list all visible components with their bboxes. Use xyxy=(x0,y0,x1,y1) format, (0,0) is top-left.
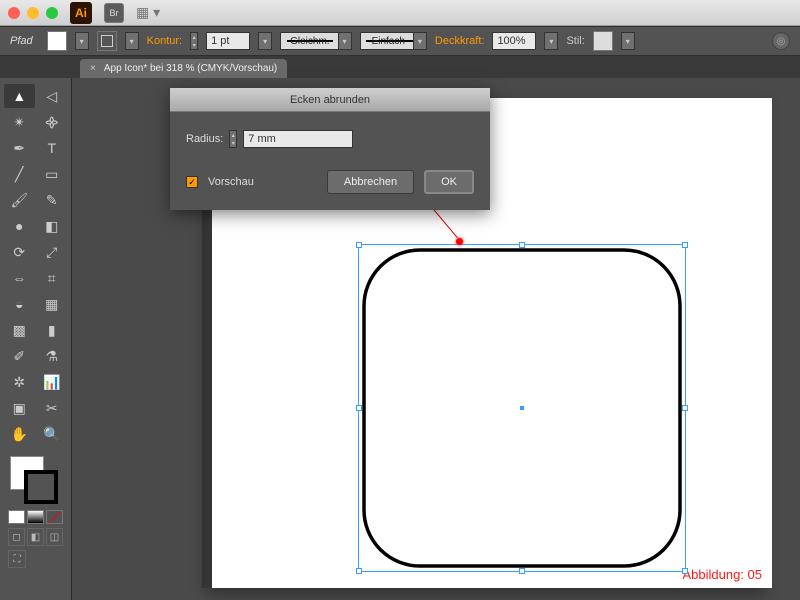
window-controls xyxy=(8,7,58,19)
mac-titlebar: Ai Br ▦ ▾ xyxy=(0,0,800,26)
tool-graph[interactable]: 📊 xyxy=(37,370,68,394)
resize-handle[interactable] xyxy=(356,242,362,248)
stroke-weight-field[interactable]: 1 pt xyxy=(206,32,250,50)
tool-perspective[interactable]: ▦ xyxy=(37,292,68,316)
tool-eyedropper[interactable]: ✐ xyxy=(4,344,35,368)
minimize-window-button[interactable] xyxy=(27,7,39,19)
tool-direct-selection[interactable]: ◁ xyxy=(37,84,68,108)
stroke-weight-dropdown[interactable]: ▾ xyxy=(258,32,272,50)
round-corners-dialog: Ecken abrunden Radius: ▴▾ 7 mm ✓ Vorscha… xyxy=(170,88,490,210)
tool-scale[interactable]: ⤢ xyxy=(37,240,68,264)
dialog-title: Ecken abrunden xyxy=(170,88,490,112)
resize-handle[interactable] xyxy=(682,568,688,574)
close-window-button[interactable] xyxy=(8,7,20,19)
tool-blend[interactable]: ⚗ xyxy=(37,344,68,368)
tool-rectangle[interactable]: ▭ xyxy=(37,162,68,186)
draw-normal-icon[interactable]: ◻ xyxy=(8,528,25,546)
screen-mode-icon[interactable]: ⛶ xyxy=(8,550,26,568)
resize-handle[interactable] xyxy=(519,242,525,248)
tool-type[interactable]: T xyxy=(37,136,68,160)
tool-shape-builder[interactable]: ◒ xyxy=(4,292,35,316)
resize-handle[interactable] xyxy=(682,242,688,248)
opacity-field[interactable]: 100% xyxy=(492,32,536,50)
figure-caption: Abbildung: 05 xyxy=(682,567,762,582)
preview-checkbox[interactable]: ✓ xyxy=(186,176,198,188)
tool-pencil[interactable]: ✎ xyxy=(37,188,68,212)
draw-inside-icon[interactable]: ◫ xyxy=(46,528,63,546)
none-mode-icon[interactable] xyxy=(46,510,63,524)
profile-label: Gleichm. xyxy=(290,36,329,47)
tool-line[interactable]: ╱ xyxy=(4,162,35,186)
stroke-dropdown[interactable]: ▾ xyxy=(125,32,139,50)
stroke-box[interactable] xyxy=(24,470,58,504)
cancel-button[interactable]: Abbrechen xyxy=(327,170,414,194)
style-label: Stil: xyxy=(566,35,584,47)
opacity-label[interactable]: Deckkraft: xyxy=(435,35,485,47)
tool-free-transform[interactable]: ⌗ xyxy=(37,266,68,290)
center-point xyxy=(520,406,524,410)
fill-dropdown[interactable]: ▾ xyxy=(75,32,89,50)
tool-blob[interactable]: ● xyxy=(4,214,35,238)
arrange-documents-icon[interactable]: ▦ ▾ xyxy=(136,4,160,21)
resize-handle[interactable] xyxy=(356,405,362,411)
tool-rotate[interactable]: ⟳ xyxy=(4,240,35,264)
selection-mode-label: Pfad xyxy=(10,35,33,47)
tool-mesh[interactable]: ▩ xyxy=(4,318,35,342)
brush-label: Einfach xyxy=(372,36,405,47)
hint-dot-icon xyxy=(456,238,463,245)
gradient-mode-icon[interactable] xyxy=(27,510,44,524)
color-mode-icon[interactable] xyxy=(8,510,25,524)
ok-button[interactable]: OK xyxy=(424,170,474,194)
fill-stroke-control[interactable] xyxy=(4,454,67,506)
preview-label[interactable]: Vorschau xyxy=(208,176,254,188)
tool-magic-wand[interactable]: ✴ xyxy=(4,110,35,134)
tool-brush[interactable]: 🖌 xyxy=(4,188,35,212)
selection-bounding-box[interactable] xyxy=(358,244,686,572)
stroke-swatch[interactable] xyxy=(97,31,117,51)
fill-swatch[interactable] xyxy=(47,31,67,51)
resize-handle[interactable] xyxy=(682,405,688,411)
radius-label: Radius: xyxy=(186,133,223,145)
radius-input[interactable]: 7 mm xyxy=(243,130,353,148)
bridge-link-icon[interactable]: Br xyxy=(104,3,124,23)
tool-pen[interactable]: ✒ xyxy=(4,136,35,160)
brush-dropdown[interactable]: ▾ xyxy=(413,32,427,50)
tool-width[interactable]: ⇔ xyxy=(4,266,35,290)
profile-dropdown[interactable]: ▾ xyxy=(338,32,352,50)
resize-handle[interactable] xyxy=(519,568,525,574)
tool-hand[interactable]: ✋ xyxy=(4,422,35,446)
illustrator-app-icon: Ai xyxy=(70,2,92,24)
tool-slice[interactable]: ✂ xyxy=(37,396,68,420)
zoom-window-button[interactable] xyxy=(46,7,58,19)
tool-zoom[interactable]: 🔍 xyxy=(37,422,68,446)
tool-lasso[interactable]: ᯽ xyxy=(37,110,68,134)
stroke-weight-stepper[interactable]: ▴▾ xyxy=(190,32,198,50)
tool-symbol-sprayer[interactable]: ✲ xyxy=(4,370,35,394)
document-tab-bar: × App Icon* bei 318 % (CMYK/Vorschau) xyxy=(0,56,800,78)
tool-artboard[interactable]: ▣ xyxy=(4,396,35,420)
close-tab-icon[interactable]: × xyxy=(90,63,96,74)
canvas-area[interactable]: Abbildung: 05 Ecken abrunden Radius: ▴▾ … xyxy=(72,78,800,600)
tool-gradient[interactable]: ▮ xyxy=(37,318,68,342)
document-setup-icon[interactable]: ◎ xyxy=(772,32,790,50)
style-dropdown[interactable]: ▾ xyxy=(621,32,635,50)
control-bar: Pfad ▾ ▾ Kontur: ▴▾ 1 pt ▾ Gleichm. ▾ Ein… xyxy=(0,26,800,56)
opacity-dropdown[interactable]: ▾ xyxy=(544,32,558,50)
radius-stepper[interactable]: ▴▾ xyxy=(229,130,237,148)
graphic-style-swatch[interactable] xyxy=(593,31,613,51)
tool-selection[interactable]: ▲ xyxy=(4,84,35,108)
document-tab[interactable]: × App Icon* bei 318 % (CMYK/Vorschau) xyxy=(80,59,287,78)
document-tab-title: App Icon* bei 318 % (CMYK/Vorschau) xyxy=(104,63,277,74)
tools-panel: ▲◁✴᯽✒T╱▭🖌✎●◧⟳⤢⇔⌗◒▦▩▮✐⚗✲📊▣✂✋🔍 ◻ ◧ ◫ ⛶ xyxy=(0,78,72,600)
tool-eraser[interactable]: ◧ xyxy=(37,214,68,238)
draw-behind-icon[interactable]: ◧ xyxy=(27,528,44,546)
resize-handle[interactable] xyxy=(356,568,362,574)
stroke-label[interactable]: Kontur: xyxy=(147,35,182,47)
